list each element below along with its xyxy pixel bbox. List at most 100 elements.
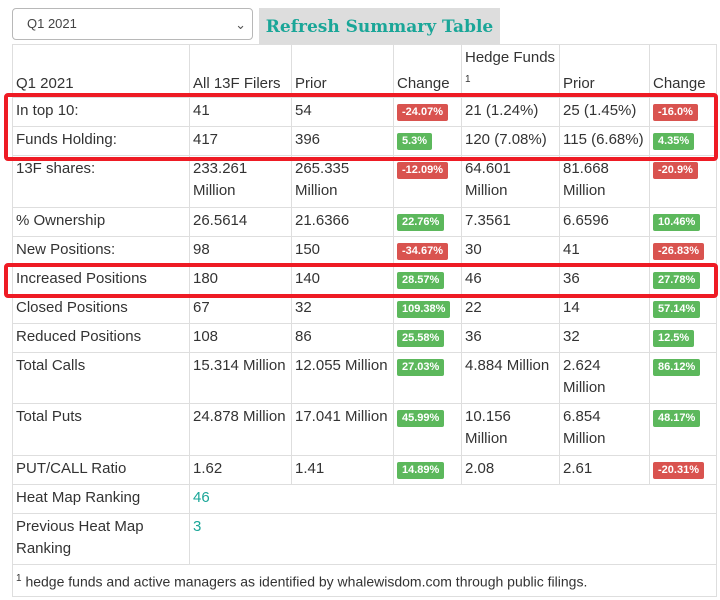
hf-change-badge: -16.0% xyxy=(653,104,698,121)
header-change: Change xyxy=(393,44,462,98)
all-filers-value: 98 xyxy=(189,236,292,266)
footnote-ref: 1 xyxy=(465,74,471,85)
hf-change-badge: 4.35% xyxy=(653,133,695,150)
hedge-funds-value: 4.884 Million xyxy=(461,352,560,404)
row-label: 13F shares: xyxy=(12,155,190,208)
hedge-funds-value: 120 (7.08%) xyxy=(461,126,560,156)
hf-prior-value: 36 xyxy=(559,265,650,295)
prior-value: 54 xyxy=(291,97,394,127)
hf-change-cell: 86.12% xyxy=(649,352,717,404)
all-filers-value: 233.261 Million xyxy=(189,155,292,208)
hf-change-badge: 12.5% xyxy=(653,330,695,347)
footnote: 1 hedge funds and active managers as ide… xyxy=(12,564,717,597)
change-cell: -12.09% xyxy=(393,155,462,208)
prior-value: 12.055 Million xyxy=(291,352,394,404)
hedge-funds-value: 7.3561 xyxy=(461,207,560,237)
row-label: Total Calls xyxy=(12,352,190,404)
hf-prior-value: 2.61 xyxy=(559,455,650,485)
all-filers-value: 67 xyxy=(189,294,292,324)
table-row: PUT/CALL Ratio 1.62 1.41 14.89% 2.08 2.61 -20.… xyxy=(12,455,717,485)
change-cell: 22.76% xyxy=(393,207,462,237)
hf-change-badge: -26.83% xyxy=(653,243,704,260)
hedge-funds-value: 64.601 Million xyxy=(461,155,560,208)
hedge-funds-value: 30 xyxy=(461,236,560,266)
header-hedge-funds-label: Hedge Funds xyxy=(465,49,556,66)
hf-change-cell: 10.46% xyxy=(649,207,717,237)
row-label: Total Puts xyxy=(12,403,190,456)
change-badge: 5.3% xyxy=(397,133,433,150)
row-label: Reduced Positions xyxy=(12,323,190,353)
prev-heat-map-row-label: Previous Heat Map Ranking xyxy=(12,513,190,565)
chevron-down-icon: ⌄ xyxy=(235,17,246,32)
summary-table-container: Q1 2021 All 13F Filers Prior Change Hedg… xyxy=(12,44,717,597)
header-row: Q1 2021 All 13F Filers Prior Change Hedg… xyxy=(12,44,717,98)
hf-prior-value: 6.854 Million xyxy=(559,403,650,456)
prior-value: 1.41 xyxy=(291,455,394,485)
change-badge: 14.89% xyxy=(397,462,445,479)
row-label: PUT/CALL Ratio xyxy=(12,455,190,485)
hedge-funds-value: 46 xyxy=(461,265,560,295)
header-hedge-funds: Hedge Funds 1 xyxy=(461,44,560,98)
table-row: Increased Positions 180 140 28.57% 46 36 27.78… xyxy=(12,265,717,295)
change-cell: 25.58% xyxy=(393,323,462,353)
change-badge: -12.09% xyxy=(397,162,448,179)
change-badge: 22.76% xyxy=(397,214,445,231)
hf-change-badge: 57.14% xyxy=(653,301,701,318)
hf-change-cell: -20.9% xyxy=(649,155,717,208)
table-row: Reduced Positions 108 86 25.58% 36 32 12.5% xyxy=(12,323,717,353)
table-body: In top 10: 41 54 -24.07% 21 (1.24%) 25 (1.45%… xyxy=(12,97,717,597)
prior-value: 396 xyxy=(291,126,394,156)
prev-heat-map-row-value[interactable]: 3 xyxy=(193,518,201,535)
change-cell: 109.38% xyxy=(393,294,462,324)
hedge-funds-value: 22 xyxy=(461,294,560,324)
heat-map-row-value[interactable]: 46 xyxy=(193,489,210,506)
heat-map-row-label: Heat Map Ranking xyxy=(12,484,190,514)
prior-value: 17.041 Million xyxy=(291,403,394,456)
heat-map-row-value-cell: 46 xyxy=(189,484,717,514)
row-label: % Ownership xyxy=(12,207,190,237)
hf-prior-value: 81.668 Million xyxy=(559,155,650,208)
hf-change-cell: 12.5% xyxy=(649,323,717,353)
row-label: Funds Holding: xyxy=(12,126,190,156)
all-filers-value: 108 xyxy=(189,323,292,353)
hedge-funds-value: 21 (1.24%) xyxy=(461,97,560,127)
hf-prior-value: 14 xyxy=(559,294,650,324)
change-badge: 27.03% xyxy=(397,359,445,376)
hf-prior-value: 6.6596 xyxy=(559,207,650,237)
all-filers-value: 15.314 Million xyxy=(189,352,292,404)
hf-change-cell: 57.14% xyxy=(649,294,717,324)
header-prior: Prior xyxy=(291,44,394,98)
prior-value: 32 xyxy=(291,294,394,324)
hf-change-badge: 48.17% xyxy=(653,410,701,427)
row-label: Increased Positions xyxy=(12,265,190,295)
summary-table: Q1 2021 All 13F Filers Prior Change Hedg… xyxy=(12,44,717,597)
prev-heat-map-row-value-cell: 3 xyxy=(189,513,717,565)
change-cell: 45.99% xyxy=(393,403,462,456)
table-row: Total Calls 15.314 Million 12.055 Million 2… xyxy=(12,352,717,404)
hedge-funds-value: 10.156 Million xyxy=(461,403,560,456)
quarter-select-value: Q1 2021 xyxy=(27,16,77,31)
change-cell: -34.67% xyxy=(393,236,462,266)
hf-change-cell: 4.35% xyxy=(649,126,717,156)
footnote-text: hedge funds and active managers as ident… xyxy=(25,573,588,590)
hf-prior-value: 41 xyxy=(559,236,650,266)
toolbar: Q1 2021 ⌄ Refresh Summary Table xyxy=(12,8,712,44)
hf-change-badge: 10.46% xyxy=(653,214,701,231)
hf-change-cell: -26.83% xyxy=(649,236,717,266)
prior-value: 21.6366 xyxy=(291,207,394,237)
table-row: Closed Positions 67 32 109.38% 22 14 57.14% xyxy=(12,294,717,324)
all-filers-value: 180 xyxy=(189,265,292,295)
hf-prior-value: 2.624 Million xyxy=(559,352,650,404)
footnote-marker: 1 xyxy=(16,573,22,584)
refresh-summary-button[interactable]: Refresh Summary Table xyxy=(259,8,500,44)
all-filers-value: 24.878 Million xyxy=(189,403,292,456)
change-badge: 109.38% xyxy=(397,301,451,318)
row-label: In top 10: xyxy=(12,97,190,127)
change-badge: 45.99% xyxy=(397,410,445,427)
table-row: In top 10: 41 54 -24.07% 21 (1.24%) 25 (1.45%… xyxy=(12,97,717,127)
change-cell: -24.07% xyxy=(393,97,462,127)
prev-heat-map-row: Previous Heat Map Ranking 3 xyxy=(12,513,717,565)
all-filers-value: 1.62 xyxy=(189,455,292,485)
quarter-select[interactable]: Q1 2021 ⌄ xyxy=(12,8,253,40)
change-badge: -24.07% xyxy=(397,104,448,121)
